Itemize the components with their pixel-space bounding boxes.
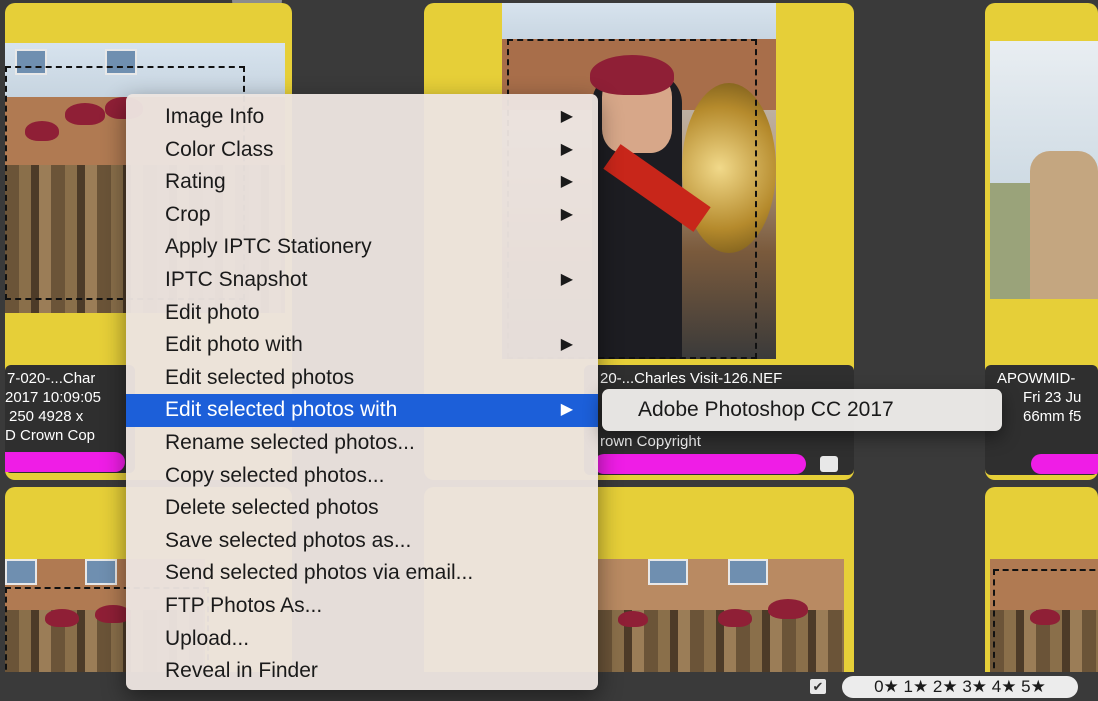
menu-item-iptc-snapshot[interactable]: IPTC Snapshot ▶	[126, 264, 598, 297]
thumbnail-image[interactable]	[990, 559, 1098, 687]
menu-item-send-selected-photos-via-email[interactable]: Send selected photos via email...	[126, 557, 598, 590]
menu-item-crop[interactable]: Crop ▶	[126, 199, 598, 232]
menu-item-label: Image Info	[165, 105, 265, 128]
submenu-arrow-icon: ▶	[560, 205, 573, 223]
menu-item-edit-photo[interactable]: Edit photo	[126, 297, 598, 330]
menu-item-label: Edit photo with	[165, 333, 303, 357]
thumbnail-exif: 250 4928 x	[9, 408, 84, 425]
menu-item-edit-selected-photos[interactable]: Edit selected photos	[126, 362, 598, 395]
thumbnail-copyright: D Crown Cop	[5, 427, 96, 444]
menu-item-label: Copy selected photos...	[165, 463, 385, 487]
menu-item-copy-selected-photos[interactable]: Copy selected photos...	[126, 460, 598, 493]
menu-item-label: Edit selected photos with	[165, 398, 398, 422]
submenu-arrow-icon: ▶	[560, 401, 573, 419]
thumbnail-date: 2017 10:09:05	[5, 389, 101, 406]
thumbnail-filename: 20-...Charles Visit-126.NEF	[600, 370, 783, 387]
menu-item-label: Delete selected photos	[165, 496, 379, 520]
menu-item-label: FTP Photos As...	[165, 593, 323, 617]
menu-item-label: Apply IPTC Stationery	[165, 235, 372, 259]
show-checked-toggle[interactable]: ✔	[810, 679, 826, 694]
thumbnail-date: Fri 23 Ju	[1023, 389, 1082, 406]
thumbnail-image[interactable]	[990, 41, 1098, 299]
thumbnail-card[interactable]	[985, 487, 1098, 687]
menu-item-label: Edit photo	[165, 300, 260, 324]
menu-item-delete-selected-photos[interactable]: Delete selected photos	[126, 492, 598, 525]
menu-item-apply-iptc-stationery[interactable]: Apply IPTC Stationery	[126, 231, 598, 264]
edit-with-submenu: Adobe Photoshop CC 2017	[602, 389, 1002, 431]
thumbnail-copyright: rown Copyright	[600, 433, 701, 450]
color-class-bar	[594, 454, 806, 474]
menu-item-edit-photo-with[interactable]: Edit photo with ▶	[126, 329, 598, 362]
menu-item-color-class[interactable]: Color Class ▶	[126, 134, 598, 167]
submenu-arrow-icon: ▶	[560, 173, 573, 191]
thumbnail-image[interactable]	[598, 559, 844, 687]
context-menu: Image Info ▶ Color Class ▶ Rating ▶ Crop ▶ Apply…	[126, 94, 598, 690]
menu-item-label: IPTC Snapshot	[165, 267, 308, 291]
menu-item-label: Rating	[165, 170, 226, 194]
menu-item-label: Send selected photos via email...	[165, 561, 474, 585]
color-class-bar	[5, 452, 125, 472]
menu-item-label: Upload...	[165, 626, 250, 650]
menu-item-label: Reveal in Finder	[165, 659, 318, 683]
menu-item-image-info[interactable]: Image Info ▶	[126, 101, 598, 134]
menu-item-edit-selected-photos-with[interactable]: Edit selected photos with ▶	[126, 394, 598, 427]
menu-item-label: Crop	[165, 202, 211, 226]
menu-item-upload[interactable]: Upload...	[126, 623, 598, 656]
submenu-item-photoshop[interactable]: Adobe Photoshop CC 2017	[638, 389, 894, 431]
submenu-arrow-icon: ▶	[560, 140, 573, 158]
menu-item-label: Color Class	[165, 137, 274, 161]
menu-item-ftp-photos-as[interactable]: FTP Photos As...	[126, 590, 598, 623]
submenu-arrow-icon: ▶	[560, 336, 573, 354]
menu-item-rating[interactable]: Rating ▶	[126, 166, 598, 199]
thumbnail-filename: APOWMID-	[997, 370, 1076, 387]
menu-item-rename-selected-photos[interactable]: Rename selected photos...	[126, 427, 598, 460]
menu-item-save-selected-photos-as[interactable]: Save selected photos as...	[126, 525, 598, 558]
thumbnail-filename: 7-020-...Char	[7, 370, 96, 387]
menu-item-reveal-in-finder[interactable]: Reveal in Finder	[126, 655, 598, 688]
thumbnail-exif: 66mm f5	[1023, 408, 1082, 425]
rating-filter[interactable]: 0★ 1★ 2★ 3★ 4★ 5★	[842, 676, 1078, 698]
menu-item-label: Rename selected photos...	[165, 430, 415, 454]
menu-item-label: Edit selected photos	[165, 365, 355, 389]
submenu-arrow-icon: ▶	[560, 108, 573, 125]
submenu-arrow-icon: ▶	[560, 270, 573, 288]
selection-checkbox[interactable]	[820, 456, 838, 472]
menu-item-label: Save selected photos as...	[165, 528, 412, 552]
color-class-bar	[1031, 454, 1098, 474]
